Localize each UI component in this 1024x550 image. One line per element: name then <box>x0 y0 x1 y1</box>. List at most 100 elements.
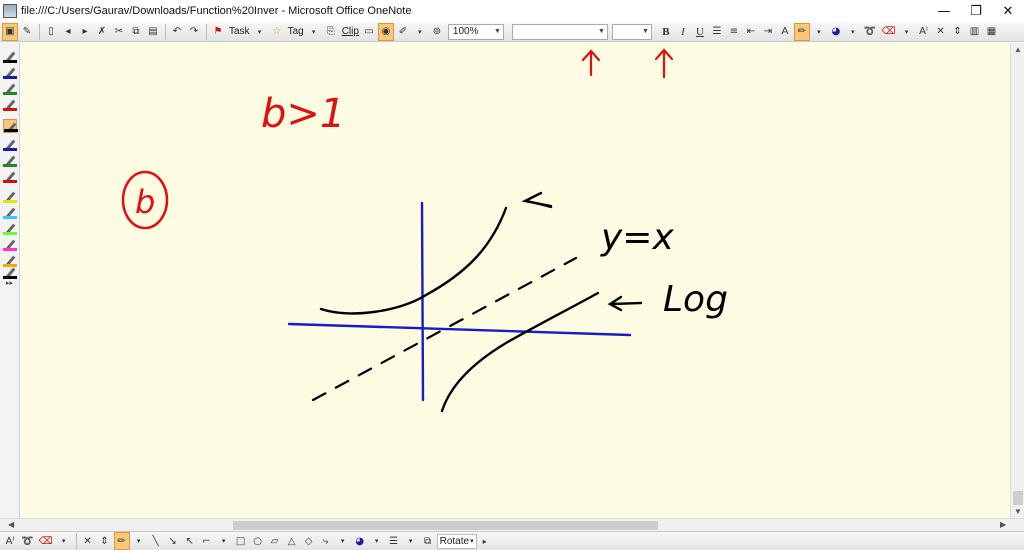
triangle-tool-icon[interactable]: △ <box>284 532 300 550</box>
highlighter-pink-icon[interactable] <box>3 237 17 251</box>
paste-icon[interactable]: ▤ <box>145 23 161 41</box>
scroll-left-icon[interactable]: ◀ <box>8 520 14 529</box>
highlighter-cyan-icon[interactable] <box>3 205 17 219</box>
line-weight-icon[interactable]: ☰ <box>386 532 402 550</box>
line-weight-dropdown-icon[interactable]: ▾ <box>403 532 419 550</box>
arrow-tool-icon[interactable]: ↘ <box>165 532 181 550</box>
bullets-icon[interactable]: ☰ <box>709 23 725 41</box>
pen-green-medium-icon[interactable] <box>3 153 17 167</box>
pen-green-fine-icon[interactable] <box>3 81 17 95</box>
pen-red-fine-icon[interactable] <box>3 97 17 111</box>
numbering-icon[interactable]: ≡ <box>726 23 742 41</box>
scroll-down-icon[interactable]: ▼ <box>1014 507 1022 516</box>
clip-button-label[interactable]: Clip <box>340 26 361 37</box>
pen-tool-icon[interactable]: ✎ <box>19 23 35 41</box>
layout-view-icon[interactable]: ▭ <box>361 23 377 41</box>
redo-icon[interactable]: ↷ <box>186 23 202 41</box>
eraser-dropdown-icon[interactable]: ▾ <box>899 23 915 41</box>
shape-color-icon[interactable]: ◕ <box>352 532 368 550</box>
insert-space-icon[interactable]: ⇕ <box>97 532 113 550</box>
task-flag-icon[interactable]: ⚑ <box>210 23 226 41</box>
scroll-up-icon[interactable]: ▲ <box>1014 45 1022 54</box>
tag-dropdown-icon[interactable]: ▾ <box>306 23 322 41</box>
pen-dropdown-icon[interactable]: ▾ <box>131 532 147 550</box>
highlighter-yellow-icon[interactable] <box>3 189 17 203</box>
highlighter-icon[interactable]: ✏ <box>793 22 810 41</box>
arrange-icon[interactable]: ⧉ <box>420 532 436 550</box>
font-color-icon[interactable]: ◕ <box>828 23 844 41</box>
cut-icon[interactable]: ✂ <box>111 23 127 41</box>
research-dropdown-icon[interactable]: ▾ <box>412 23 428 41</box>
close-drawing-icon[interactable]: ✕ <box>80 532 96 550</box>
pen-palette-more-icon[interactable]: ▸▸ <box>6 279 13 287</box>
clip-icon[interactable]: ⎘ <box>323 23 339 41</box>
connector-tool-icon[interactable]: ⤷ <box>318 532 334 550</box>
page-list-icon[interactable]: ▥ <box>967 23 983 41</box>
font-name-dropdown-icon[interactable]: ▼ <box>598 28 605 35</box>
tag-star-icon[interactable]: ☆ <box>269 23 285 41</box>
axis-tool-icon[interactable]: ⌐ <box>199 532 215 550</box>
eraser-icon[interactable]: ⌫ <box>879 23 897 41</box>
restore-button[interactable]: ❐ <box>960 0 992 22</box>
diamond-tool-icon[interactable]: ◇ <box>301 532 317 550</box>
italic-button[interactable]: I <box>675 23 691 41</box>
task-dropdown-icon[interactable]: ▾ <box>252 23 268 41</box>
pen-selected-icon[interactable]: ✏ <box>113 532 130 550</box>
text-insert-icon[interactable]: Aᴵ <box>2 532 18 550</box>
parallelogram-tool-icon[interactable]: ▱ <box>267 532 283 550</box>
eraser-dropdown-icon[interactable]: ▾ <box>56 532 72 550</box>
minimize-button[interactable]: — <box>928 0 960 22</box>
highlighter-dropdown-icon[interactable]: ▾ <box>811 23 827 41</box>
zoom-dropdown-icon[interactable]: ▼ <box>494 28 501 35</box>
insert-space-icon[interactable]: ⇕ <box>950 23 966 41</box>
close-toolbar-icon[interactable]: ✕ <box>933 23 949 41</box>
vertical-scrollbar[interactable]: ▲ ▼ <box>1010 43 1024 518</box>
font-name-select[interactable]: ▼ <box>511 23 608 40</box>
horizontal-scroll-thumb[interactable] <box>233 521 658 530</box>
text-mode-icon[interactable]: Aᴵ <box>916 23 932 41</box>
pen-red-medium-icon[interactable] <box>3 169 17 183</box>
toolbar-options-icon[interactable]: ▦ <box>984 23 1000 41</box>
page-settings-icon[interactable]: ⊚ <box>429 23 445 41</box>
vertical-scroll-thumb[interactable] <box>1013 491 1023 505</box>
decrease-indent-icon[interactable]: ⇤ <box>743 23 759 41</box>
research-icon[interactable]: ✐ <box>395 23 411 41</box>
line-tool-icon[interactable]: ╲ <box>148 532 164 550</box>
font-color-dropdown-icon[interactable]: ▾ <box>845 23 861 41</box>
tag-button-label[interactable]: Tag <box>286 26 306 37</box>
onenote-app-icon[interactable] <box>3 4 17 18</box>
eraser-icon[interactable]: ⌫ <box>36 532 54 550</box>
styles-icon[interactable]: A <box>777 23 793 41</box>
connector-dropdown-icon[interactable]: ▾ <box>335 532 351 550</box>
rotate-dropdown-icon[interactable]: ▾ <box>470 537 474 545</box>
pen-blue-fine-icon[interactable] <box>3 65 17 79</box>
drawbar-options-icon[interactable]: ▸ <box>477 532 493 550</box>
pen-blue-medium-icon[interactable] <box>3 137 17 151</box>
horizontal-scrollbar[interactable]: ◀ ▶ <box>0 518 1024 531</box>
scroll-right-icon[interactable]: ▶ <box>1000 520 1006 529</box>
font-size-select[interactable]: ▼ <box>611 23 652 40</box>
highlighter-green-icon[interactable] <box>3 221 17 235</box>
underline-button[interactable]: U <box>692 23 708 41</box>
audio-record-icon[interactable]: ◉ <box>377 22 394 41</box>
note-canvas[interactable]: b>1 b y=x Log <box>21 43 1010 518</box>
bold-button[interactable]: B <box>658 23 674 41</box>
ellipse-tool-icon[interactable]: ○ <box>250 532 266 550</box>
increase-indent-icon[interactable]: ⇥ <box>760 23 776 41</box>
close-button[interactable]: ✕ <box>992 0 1024 22</box>
new-page-icon[interactable]: ▯ <box>43 23 59 41</box>
shape-color-dropdown-icon[interactable]: ▾ <box>369 532 385 550</box>
axis-dropdown-icon[interactable]: ▾ <box>216 532 232 550</box>
lasso-select-icon[interactable]: ➰ <box>862 23 878 41</box>
forward-icon[interactable]: ▸ <box>77 23 93 41</box>
font-size-dropdown-icon[interactable]: ▼ <box>642 28 649 35</box>
fullpage-view-icon[interactable]: ▣ <box>2 22 18 41</box>
lasso-icon[interactable]: ➰ <box>19 532 35 550</box>
pen-black-thick-icon[interactable] <box>3 265 17 279</box>
pen-black-fine-icon[interactable] <box>3 49 17 63</box>
back-icon[interactable]: ◂ <box>60 23 76 41</box>
rotate-button[interactable]: Rotate ▾ <box>436 533 477 549</box>
zoom-select[interactable]: 100% ▼ <box>447 23 504 40</box>
copy-icon[interactable]: ⧉ <box>128 23 144 41</box>
rectangle-tool-icon[interactable]: □ <box>233 532 249 550</box>
